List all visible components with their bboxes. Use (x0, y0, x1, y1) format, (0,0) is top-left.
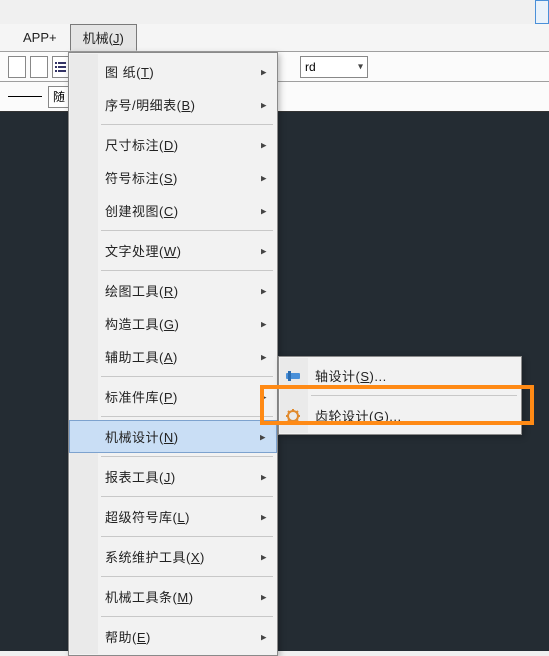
menu-item-label: 图 纸(T) (105, 62, 154, 81)
submenu-arrow-icon: ▸ (261, 65, 267, 78)
menu-separator (101, 536, 273, 537)
menu-item-13[interactable]: 系统维护工具(X) ▸ (69, 540, 277, 573)
menu-separator (101, 416, 273, 417)
submenu-arrow-icon: ▸ (261, 171, 267, 184)
menu-item-4[interactable]: 创建视图(C) ▸ (69, 194, 277, 227)
menu-item-label: 系统维护工具(X) (105, 547, 205, 566)
line-style-preview-icon (8, 96, 42, 97)
submenu-arrow-icon: ▸ (260, 430, 266, 443)
toolbar-dropdown-1[interactable]: rd ▾ (300, 56, 368, 78)
toolbar-btn-2[interactable] (30, 56, 48, 78)
menu-app-plus-label: APP+ (23, 30, 57, 45)
menu-item-label: 创建视图(C) (105, 201, 179, 220)
submenu-item-label: 轴设计(S)... (315, 366, 387, 385)
menu-item-15[interactable]: 帮助(E) ▸ (69, 620, 277, 653)
submenu-arrow-icon: ▸ (261, 550, 267, 563)
menu-item-label: 绘图工具(R) (105, 281, 179, 300)
submenu-arrow-icon: ▸ (261, 204, 267, 217)
menu-mechanical[interactable]: 机械(J) (70, 24, 137, 51)
toolbar-btn-1[interactable] (8, 56, 26, 78)
window-control-fragment (535, 0, 549, 24)
menu-separator (101, 576, 273, 577)
gear-icon (285, 408, 301, 424)
menu-item-label: 报表工具(J) (105, 467, 176, 486)
submenu-arrow-icon: ▸ (261, 284, 267, 297)
menu-separator (101, 616, 273, 617)
submenu-arrow-icon: ▸ (261, 390, 267, 403)
menu-separator (101, 496, 273, 497)
menubar: APP+ 机械(J) (0, 24, 549, 52)
menu-item-11[interactable]: 报表工具(J) ▸ (69, 460, 277, 493)
menu-separator (101, 270, 273, 271)
menu-item-label: 辅助工具(A) (105, 347, 178, 366)
submenu-item-label: 齿轮设计(G)... (315, 406, 402, 425)
submenu-arrow-icon: ▸ (261, 590, 267, 603)
menu-item-14[interactable]: 机械工具条(M) ▸ (69, 580, 277, 613)
menu-mechanical-dropdown: 图 纸(T)▸序号/明细表(B)▸尺寸标注(D)▸符号标注(S)▸创建视图(C)… (68, 52, 278, 656)
submenu-arrow-icon: ▸ (261, 138, 267, 151)
menu-item-2[interactable]: 尺寸标注(D) ▸ (69, 128, 277, 161)
menu-item-label: 超级符号库(L) (105, 507, 190, 526)
menu-item-label: 文字处理(W) (105, 241, 181, 260)
menu-item-6[interactable]: 绘图工具(R) ▸ (69, 274, 277, 307)
submenu-arrow-icon: ▸ (261, 244, 267, 257)
menu-app-plus[interactable]: APP+ (10, 24, 70, 51)
submenu-item-1[interactable]: 齿轮设计(G)... (279, 399, 521, 432)
submenu-arrow-icon: ▸ (261, 98, 267, 111)
chevron-down-icon: ▾ (358, 61, 363, 72)
menu-item-label: 帮助(E) (105, 627, 151, 646)
menu-item-10[interactable]: 机械设计(N) ▸ (69, 420, 277, 453)
menu-item-label: 机械工具条(M) (105, 587, 194, 606)
submenu-arrow-icon: ▸ (261, 317, 267, 330)
menu-separator (101, 124, 273, 125)
menu-item-label: 尺寸标注(D) (105, 135, 179, 154)
list-icon (53, 59, 69, 75)
shaft-icon (285, 368, 301, 384)
submenu-mech-design: 轴设计(S)... 齿轮设计(G)... (278, 356, 522, 435)
submenu-arrow-icon: ▸ (261, 510, 267, 523)
menu-item-label: 构造工具(G) (105, 314, 179, 333)
menu-item-label: 符号标注(S) (105, 168, 178, 187)
submenu-arrow-icon: ▸ (261, 630, 267, 643)
menu-item-label: 序号/明细表(B) (105, 95, 195, 114)
menu-item-label: 机械设计(N) (105, 427, 179, 446)
submenu-separator (311, 395, 517, 396)
menu-mechanical-label: 机械(J) (83, 28, 124, 47)
menu-separator (101, 230, 273, 231)
menu-item-5[interactable]: 文字处理(W) ▸ (69, 234, 277, 267)
menu-item-3[interactable]: 符号标注(S) ▸ (69, 161, 277, 194)
submenu-arrow-icon: ▸ (261, 470, 267, 483)
menu-item-7[interactable]: 构造工具(G) ▸ (69, 307, 277, 340)
toolbar-dropdown-1-value: rd (305, 60, 316, 74)
menu-item-0[interactable]: 图 纸(T) ▸ (69, 55, 277, 88)
menu-item-1[interactable]: 序号/明细表(B) ▸ (69, 88, 277, 121)
menu-item-12[interactable]: 超级符号库(L) ▸ (69, 500, 277, 533)
menu-item-8[interactable]: 辅助工具(A) ▸ (69, 340, 277, 373)
submenu-arrow-icon: ▸ (261, 350, 267, 363)
menu-item-9[interactable]: 标准件库(P) ▸ (69, 380, 277, 413)
toolbar-dropdown-linestyle-value: 随 (53, 88, 65, 105)
menu-item-label: 标准件库(P) (105, 387, 178, 406)
menu-separator (101, 376, 273, 377)
menu-separator (101, 456, 273, 457)
submenu-item-0[interactable]: 轴设计(S)... (279, 359, 521, 392)
